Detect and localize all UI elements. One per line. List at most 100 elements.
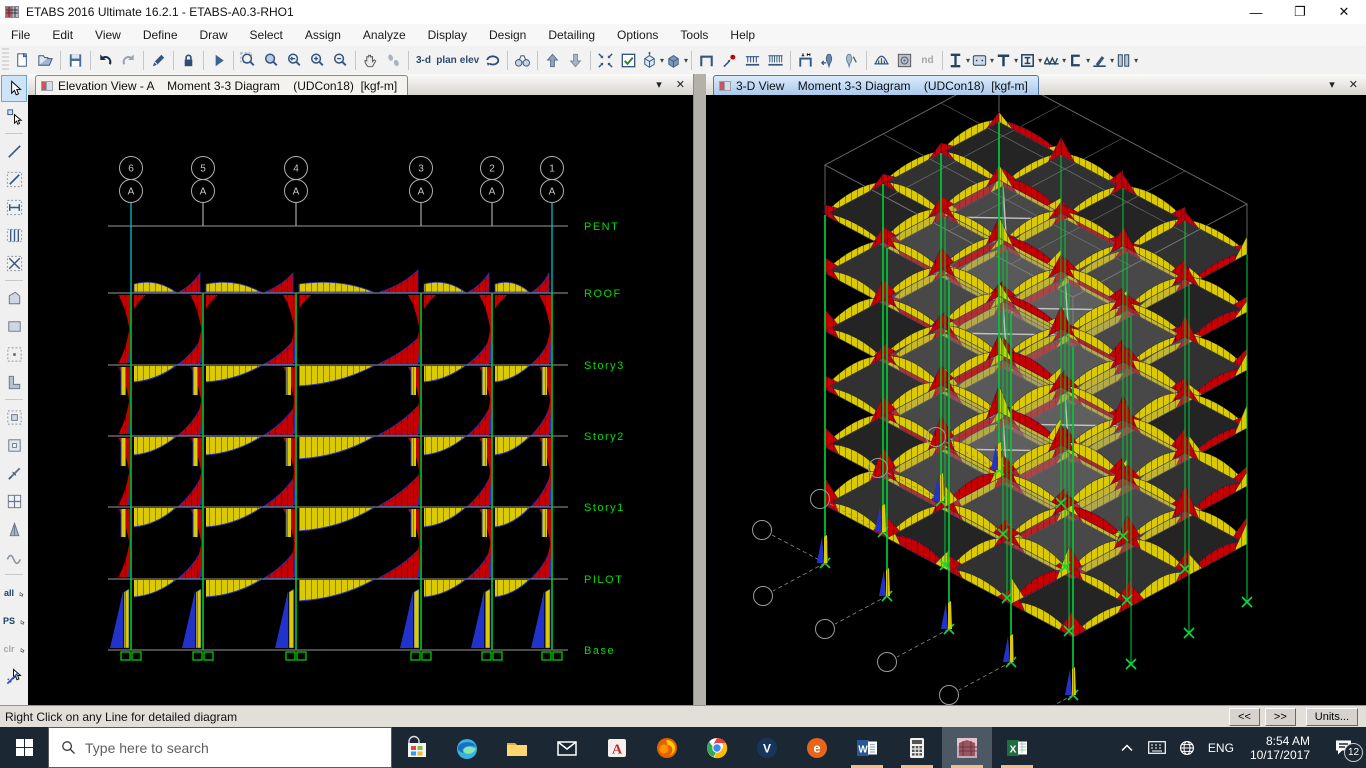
invert-selection-icon[interactable] <box>1 663 27 690</box>
draw-wall-stack-icon[interactable] <box>1 369 27 396</box>
three-d-view-tab[interactable]: 3-D View Moment 3-3 Diagram (UDCon18) [k… <box>713 75 1039 95</box>
quick-draw-beam-icon[interactable] <box>1 194 27 221</box>
menu-item-tools[interactable]: Tools <box>669 25 719 45</box>
section-cut-icon[interactable] <box>893 48 916 73</box>
taskbar-app-excel[interactable]: X <box>992 727 1042 768</box>
close-button[interactable]: ✕ <box>1322 0 1366 24</box>
quick-draw-wall-icon[interactable] <box>1 404 27 431</box>
section-pen-icon[interactable]: ▾ <box>1090 48 1114 73</box>
object-view-cube-icon[interactable]: ▾ <box>640 48 664 73</box>
network-globe-icon[interactable] <box>1172 727 1202 768</box>
rotate-3d-view-icon[interactable] <box>481 48 504 73</box>
toolbar-drag-handle[interactable] <box>2 48 9 72</box>
touch-keyboard-icon[interactable] <box>1142 727 1172 768</box>
lock-model-icon[interactable] <box>177 48 200 73</box>
rubber-band-zoom-icon[interactable] <box>237 48 260 73</box>
move-down-in-list-icon[interactable] <box>564 48 587 73</box>
move-up-in-list-icon[interactable] <box>541 48 564 73</box>
next-window-button[interactable]: >> <box>1265 708 1296 726</box>
menu-item-display[interactable]: Display <box>417 25 478 45</box>
section-t-icon[interactable]: ▾ <box>994 48 1018 73</box>
menu-item-select[interactable]: Select <box>239 25 294 45</box>
assign-point-left-icon[interactable] <box>817 48 840 73</box>
shaded-view-icon[interactable]: ▾ <box>664 48 688 73</box>
section-i-icon[interactable]: ▾ <box>946 48 970 73</box>
dropdown-arrow-icon[interactable]: ▾ <box>684 56 688 65</box>
object-viewer-icon[interactable] <box>511 48 534 73</box>
redo-icon[interactable] <box>117 48 140 73</box>
taskbar-app-calculator[interactable] <box>892 727 942 768</box>
menu-item-design[interactable]: Design <box>478 25 537 45</box>
assign-joint-icon[interactable] <box>718 48 741 73</box>
section-box-i-icon[interactable]: ▾ <box>1018 48 1042 73</box>
draw-frame-icon[interactable] <box>695 48 718 73</box>
restore-button[interactable]: ❐ <box>1278 0 1322 24</box>
walkthrough-icon[interactable] <box>382 48 405 73</box>
menu-item-detailing[interactable]: Detailing <box>537 25 606 45</box>
units-button[interactable]: Units... <box>1306 708 1358 726</box>
taskbar-app-chrome[interactable] <box>692 727 742 768</box>
start-button[interactable] <box>0 727 48 768</box>
three-d-dropdown-icon[interactable]: ▾ <box>1329 78 1335 91</box>
taskbar-app-internet-app[interactable]: e <box>792 727 842 768</box>
taskbar-app-visual-app[interactable]: V <box>742 727 792 768</box>
section-truss-icon[interactable]: ▾ <box>1042 48 1066 73</box>
three-d-canvas[interactable] <box>706 95 1366 705</box>
taskbar-search-input[interactable]: Type here to search <box>48 727 392 768</box>
save-icon[interactable] <box>64 48 87 73</box>
taskbar-app-store[interactable] <box>392 727 442 768</box>
menu-item-view[interactable]: View <box>84 25 132 45</box>
undo-icon[interactable] <box>94 48 117 73</box>
assign-area-load-icon[interactable] <box>764 48 787 73</box>
elevation-close-icon[interactable]: ✕ <box>676 78 685 91</box>
previous-zoom-icon[interactable] <box>283 48 306 73</box>
taskbar-app-word[interactable]: W <box>842 727 892 768</box>
quick-draw-secondary-beams-icon[interactable] <box>1 222 27 249</box>
menu-item-define[interactable]: Define <box>132 25 189 45</box>
three-d-close-icon[interactable]: ✕ <box>1349 78 1358 91</box>
zoom-in-icon[interactable] <box>306 48 329 73</box>
section-slab-icon[interactable]: ▾ <box>970 48 994 73</box>
select-all-button[interactable]: all <box>1 579 27 606</box>
minimize-button[interactable]: — <box>1234 0 1278 24</box>
select-pointer-icon[interactable] <box>1 75 27 102</box>
zoom-out-icon[interactable] <box>329 48 352 73</box>
draw-rect-area-icon[interactable] <box>1 313 27 340</box>
section-channel-icon[interactable]: ▾ <box>1066 48 1090 73</box>
menu-item-draw[interactable]: Draw <box>189 25 239 45</box>
view-3d-button[interactable]: 3-d <box>412 48 435 73</box>
pan-icon[interactable] <box>359 48 382 73</box>
language-indicator[interactable]: ENG <box>1202 741 1240 755</box>
restore-full-view-icon[interactable] <box>260 48 283 73</box>
shrink-objects-icon[interactable] <box>594 48 617 73</box>
open-file-icon[interactable] <box>34 48 57 73</box>
edit-drawing-icon[interactable] <box>147 48 170 73</box>
taskbar-app-edge[interactable] <box>442 727 492 768</box>
elevation-canvas[interactable]: 6A5A4A3A2A1APENTROOFStory3Story2Story1PI… <box>28 95 693 705</box>
draw-reference-curve-icon[interactable] <box>1 544 27 571</box>
draw-polygon-area-icon[interactable] <box>1 285 27 312</box>
taskbar-app-firefox[interactable] <box>642 727 692 768</box>
draw-frame-object-icon[interactable] <box>1 166 27 193</box>
edit-grid-icon[interactable] <box>1 488 27 515</box>
new-model-icon[interactable] <box>11 48 34 73</box>
reshape-object-icon[interactable] <box>1 103 27 130</box>
menu-item-help[interactable]: Help <box>719 25 766 45</box>
previous-window-button[interactable]: << <box>1229 708 1260 726</box>
menu-item-analyze[interactable]: Analyze <box>352 25 417 45</box>
run-analysis-icon[interactable] <box>207 48 230 73</box>
menu-item-options[interactable]: Options <box>606 25 669 45</box>
section-wall-icon[interactable]: ▾ <box>1114 48 1138 73</box>
taskbar-app-etabs[interactable] <box>942 727 992 768</box>
quick-draw-area-icon[interactable] <box>1 341 27 368</box>
previous-selection-button[interactable]: PS <box>1 607 27 634</box>
taskbar-app-mail[interactable] <box>542 727 592 768</box>
dropdown-arrow-icon[interactable]: ▾ <box>1134 56 1138 65</box>
taskbar-app-acrobat[interactable]: A <box>592 727 642 768</box>
draw-dimension-icon[interactable] <box>1 516 27 543</box>
view-plan-button[interactable]: plan <box>435 48 458 73</box>
quick-draw-brace-icon[interactable] <box>1 250 27 277</box>
bridge-wizard-icon[interactable] <box>870 48 893 73</box>
tray-chevron-up-icon[interactable] <box>1112 727 1142 768</box>
menu-item-edit[interactable]: Edit <box>41 25 84 45</box>
